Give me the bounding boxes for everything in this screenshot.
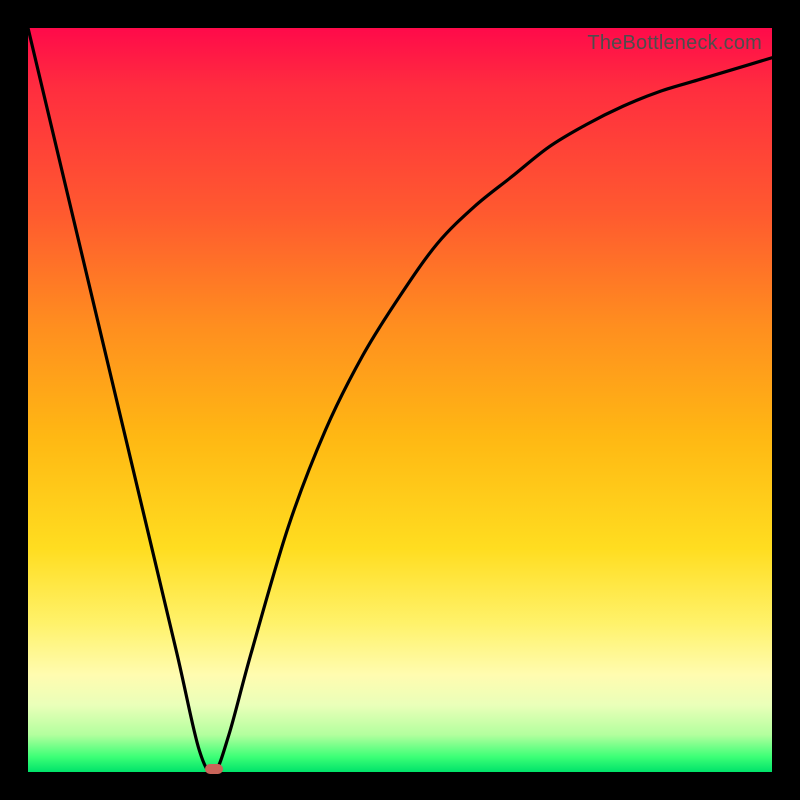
plot-area: TheBottleneck.com bbox=[28, 28, 772, 772]
minimum-marker bbox=[205, 764, 223, 774]
watermark-label: TheBottleneck.com bbox=[587, 32, 762, 55]
chart-frame: TheBottleneck.com bbox=[0, 0, 800, 800]
bottleneck-curve bbox=[28, 28, 772, 772]
